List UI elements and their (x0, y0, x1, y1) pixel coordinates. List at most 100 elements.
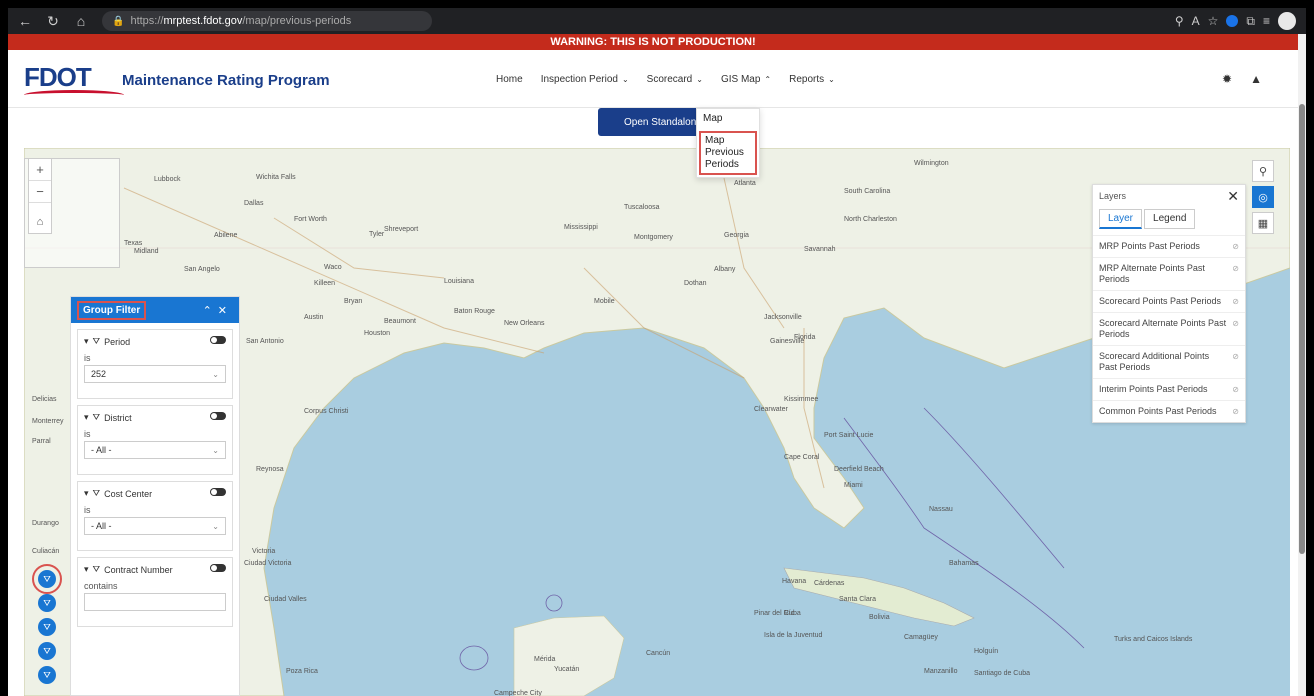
theme-toggle-icon[interactable]: ✹ (1222, 72, 1232, 86)
layer-row[interactable]: Scorecard Alternate Points Past Periods … (1093, 312, 1245, 345)
visibility-off-icon[interactable]: ⊘ (1232, 318, 1239, 329)
main-nav: Home Inspection Period ⌄ Scorecard ⌄ GIS… (496, 74, 835, 85)
filter-icon[interactable]: ⛛ (38, 618, 56, 636)
filter-toggle[interactable] (210, 336, 226, 344)
scrollbar-thumb[interactable] (1299, 104, 1305, 554)
contract-number-input[interactable] (84, 593, 226, 611)
map-label: North Charleston (844, 216, 897, 223)
map-label: Victoria (252, 548, 276, 555)
district-select[interactable]: - All - ⌄ (84, 441, 226, 459)
map-label: Campeche City (494, 690, 542, 696)
layer-label: Interim Points Past Periods (1099, 384, 1208, 394)
extension-icon[interactable] (1226, 15, 1239, 27)
map-label: Dallas (244, 200, 264, 207)
layer-row[interactable]: MRP Points Past Periods ⊘ (1093, 235, 1245, 257)
map-label: San Angelo (184, 266, 220, 273)
filter-icon[interactable]: ⛛ (38, 666, 56, 684)
close-icon[interactable]: ✕ (218, 305, 233, 317)
chevron-down-icon: ⌄ (212, 445, 219, 455)
filter-label: Contract Number (104, 564, 173, 575)
filter-icon[interactable]: ⛛ (38, 594, 56, 612)
cost-center-select[interactable]: - All - ⌄ (84, 517, 226, 535)
filter-title[interactable]: ▾ ⛛ Period (84, 336, 226, 347)
layer-label: MRP Alternate Points Past Periods (1099, 263, 1205, 284)
visibility-off-icon[interactable]: ⊘ (1232, 384, 1239, 395)
browser-actions: ⚲ A ☆ ⧉ ≡ (1175, 12, 1306, 30)
layer-row[interactable]: Scorecard Additional Points Past Periods… (1093, 345, 1245, 378)
map-label: Delicias (32, 396, 57, 403)
home-extent-icon[interactable]: ⌂ (29, 211, 51, 233)
favorites-icon[interactable]: ≡ (1263, 14, 1270, 28)
extensions-icon[interactable]: ⧉ (1246, 14, 1255, 29)
map-label: Tuscaloosa (624, 204, 660, 211)
filter-icon[interactable]: ⛛ (38, 642, 56, 660)
visibility-off-icon[interactable]: ⊘ (1232, 241, 1239, 252)
nav-gis-map[interactable]: GIS Map ⌃ (721, 74, 771, 85)
user-icon[interactable]: ▲ (1250, 72, 1262, 86)
basemap-gallery-icon[interactable]: ▦ (1252, 212, 1274, 234)
filter-label: Period (104, 336, 131, 347)
map-label: South Carolina (844, 188, 891, 195)
filter-title[interactable]: ▾ ⛛ District (84, 412, 226, 423)
layer-row[interactable]: Scorecard Points Past Periods ⊘ (1093, 290, 1245, 312)
layer-label: MRP Points Past Periods (1099, 241, 1200, 251)
period-select[interactable]: 252 ⌄ (84, 365, 226, 383)
select-value: 252 (91, 369, 107, 379)
dropdown-item-map[interactable]: Map (697, 109, 759, 129)
layers-header: Layers ✕ (1093, 185, 1245, 207)
map-label: Clearwater (754, 406, 788, 413)
fdot-logo[interactable]: FDOT (24, 62, 124, 98)
map-label: Shreveport (384, 226, 419, 233)
filter-title[interactable]: ▾ ⛛ Contract Number (84, 564, 226, 575)
nav-home[interactable]: Home (496, 74, 523, 85)
zoom-in-button[interactable]: + (29, 159, 51, 181)
collapse-icon[interactable]: ⌃ (203, 305, 218, 317)
search-icon[interactable]: ⚲ (1252, 160, 1274, 182)
chevron-down-icon: ⌄ (621, 75, 629, 84)
address-bar[interactable]: 🔒 https:// mrptest.fdot.gov /map/previou… (102, 11, 432, 31)
app-title[interactable]: Maintenance Rating Program (122, 72, 330, 89)
layer-row[interactable]: Interim Points Past Periods ⊘ (1093, 378, 1245, 400)
map-label: Bahamas (949, 560, 979, 567)
profile-avatar[interactable] (1278, 12, 1296, 30)
map-label: Baton Rouge (454, 308, 495, 315)
layers-panel: Layers ✕ Layer Legend MRP Points Past Pe… (1092, 184, 1246, 423)
group-filter-toggle-icon[interactable]: ⛛ (32, 564, 62, 594)
yucatan-shape (513, 615, 625, 696)
dropdown-item-map-previous-periods[interactable]: Map Previous Periods (699, 131, 757, 175)
nav-reports[interactable]: Reports ⌄ (789, 74, 835, 85)
open-standalone-map-button[interactable]: Open Standalone Map (598, 108, 708, 136)
map-label: Atlanta (734, 180, 756, 187)
read-aloud-icon[interactable]: A (1192, 14, 1200, 28)
map-label: Texas (124, 240, 143, 247)
filter-toggle[interactable] (210, 564, 226, 572)
map-label: Port Saint Lucie (824, 432, 874, 439)
visibility-off-icon[interactable]: ⊘ (1232, 296, 1239, 307)
map-label: Beaumont (384, 318, 416, 325)
filter-title[interactable]: ▾ ⛛ Cost Center (84, 488, 226, 499)
map-label: Wilmington (914, 160, 949, 167)
tab-layer[interactable]: Layer (1099, 209, 1143, 229)
zoom-icon[interactable]: ⚲ (1175, 14, 1184, 28)
favorite-icon[interactable]: ☆ (1208, 14, 1219, 28)
page-scrollbar[interactable] (1298, 34, 1306, 696)
nav-scorecard[interactable]: Scorecard ⌄ (647, 74, 703, 85)
visibility-off-icon[interactable]: ⊘ (1232, 351, 1239, 362)
map-label: Austin (304, 314, 324, 321)
refresh-icon[interactable]: ↻ (42, 10, 64, 32)
nav-inspection-period[interactable]: Inspection Period ⌄ (541, 74, 629, 85)
close-icon[interactable]: ✕ (1227, 188, 1239, 205)
filter-operator: contains (84, 581, 118, 591)
zoom-out-button[interactable]: − (29, 181, 51, 203)
tab-legend[interactable]: Legend (1144, 209, 1196, 229)
map-label: Savannah (804, 246, 836, 253)
layers-icon[interactable]: ◎ (1252, 186, 1274, 208)
visibility-off-icon[interactable]: ⊘ (1232, 406, 1239, 417)
filter-toggle[interactable] (210, 412, 226, 420)
filter-toggle[interactable] (210, 488, 226, 496)
home-icon[interactable]: ⌂ (70, 10, 92, 32)
visibility-off-icon[interactable]: ⊘ (1232, 263, 1239, 274)
back-icon[interactable]: ← (14, 10, 36, 32)
layer-row[interactable]: MRP Alternate Points Past Periods ⊘ (1093, 257, 1245, 290)
layer-row[interactable]: Common Points Past Periods ⊘ (1093, 400, 1245, 422)
